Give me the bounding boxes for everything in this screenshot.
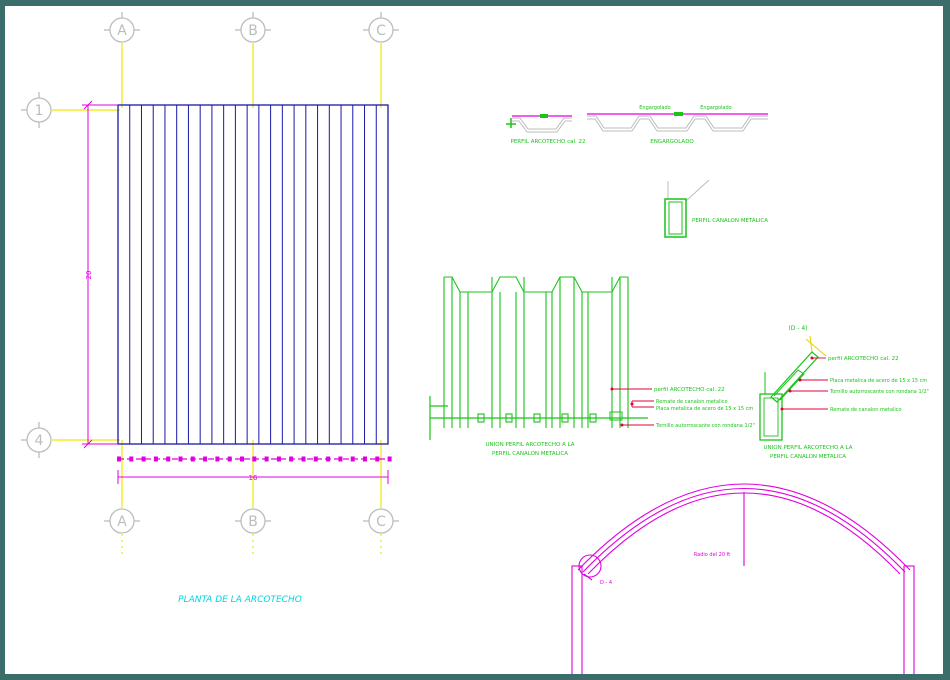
detail-b-tag: (D - 4) [788,325,807,332]
detail-a-title-1: UNION PERFIL ARCOTECHO A LA [486,442,575,448]
roof-plan[interactable] [117,104,389,445]
detail-b-callout-4: Remate de canalon metalico [830,407,902,413]
dimension-vertical: 20 [82,100,118,449]
detail-b-callout-2: Placa metalica de acero de 15 x 15 cm [830,378,927,384]
grid-label-a-bottom: A [117,514,127,530]
grid-bubble-c-top: C [363,12,399,43]
plan-title: PLANTA DE LA ARCOTECHO [178,595,302,605]
grid-bubble-b-top: B [235,12,271,43]
profile-single[interactable]: PERFIL ARCOTECHO cal. 22 [506,114,586,145]
roof-panel-lines [129,105,377,444]
detail-a-callout-4: Tornillo autorroscante con rondana 1/2" [655,423,755,429]
cad-window: A B C 1 4 A B C 20 16 PLANTA DE LA ARCOT… [0,0,950,680]
detail-b-title-1: UNION PERFIL ARCOTECHO A LA [764,445,853,451]
arch-elevation[interactable] [571,483,915,677]
arch-radius-label: Radio del 20 ft [694,552,730,558]
profile-assembly-label: ENGARGOLADO [650,139,694,145]
gutter-label: PERFIL CANALON METALICA [692,218,768,224]
drawing-canvas[interactable]: A B C 1 4 A B C 20 16 PLANTA DE LA ARCOT… [5,6,943,677]
grid-label-4: 4 [35,433,44,449]
profile-assembly[interactable]: Engargolado Engargolado ENGARGOLADO [587,105,768,145]
fold-mark-2: Engargolado [700,105,731,111]
detail-b[interactable]: (D - 4) perfil ARCOTECHO cal. 22 Placa m… [759,325,929,460]
grid-bubble-4: 4 [21,422,52,458]
arch-detail-tag: D - 4 [600,580,612,586]
grid-bubble-a-top: A [104,12,140,43]
grid-label-a-top: A [117,23,127,39]
drawing-sheet[interactable]: A B C 1 4 A B C 20 16 PLANTA DE LA ARCOT… [5,6,943,677]
dim-horizontal-text: 16 [249,474,258,482]
ridge-line [117,456,392,462]
fold-mark-1: Engargolado [639,105,670,111]
grid-bubble-1: 1 [21,92,52,128]
detail-b-title-2: PERFIL CANALON METALICA [770,454,846,460]
detail-a-title-2: PERFIL CANALON METALICA [492,451,568,457]
detail-a-callout-3: Placa metalica de acero de 15 x 15 cm [656,406,753,412]
grid-bubble-b-bottom: B [235,508,271,534]
grid-label-c-top: C [376,23,386,39]
profile-single-label: PERFIL ARCOTECHO cal. 22 [511,139,586,145]
grid-label-b-bottom: B [248,514,258,530]
detail-a[interactable]: perfil ARCOTECHO cal. 22 Remate de canal… [429,276,755,457]
detail-b-callout-3: Tornillo autorroscante con rondana 1/2" [829,389,929,395]
grid-lines [52,43,382,555]
grid-bubble-a-bottom: A [104,508,140,534]
detail-a-callout-2: Remate de canalon metalico [656,399,728,405]
grid-label-1: 1 [35,103,44,119]
detail-b-callout-1: perfil ARCOTECHO cal. 22 [828,356,899,362]
grid-label-b-top: B [248,23,258,39]
detail-b-callouts [782,357,828,410]
grid-bubble-c-bottom: C [363,508,399,534]
grid-label-c-bottom: C [376,514,386,530]
dim-vertical-text: 20 [85,271,93,280]
gutter-detail[interactable]: PERFIL CANALON METALICA [664,179,768,238]
detail-a-callout-1: perfil ARCOTECHO cal. 22 [654,387,725,393]
